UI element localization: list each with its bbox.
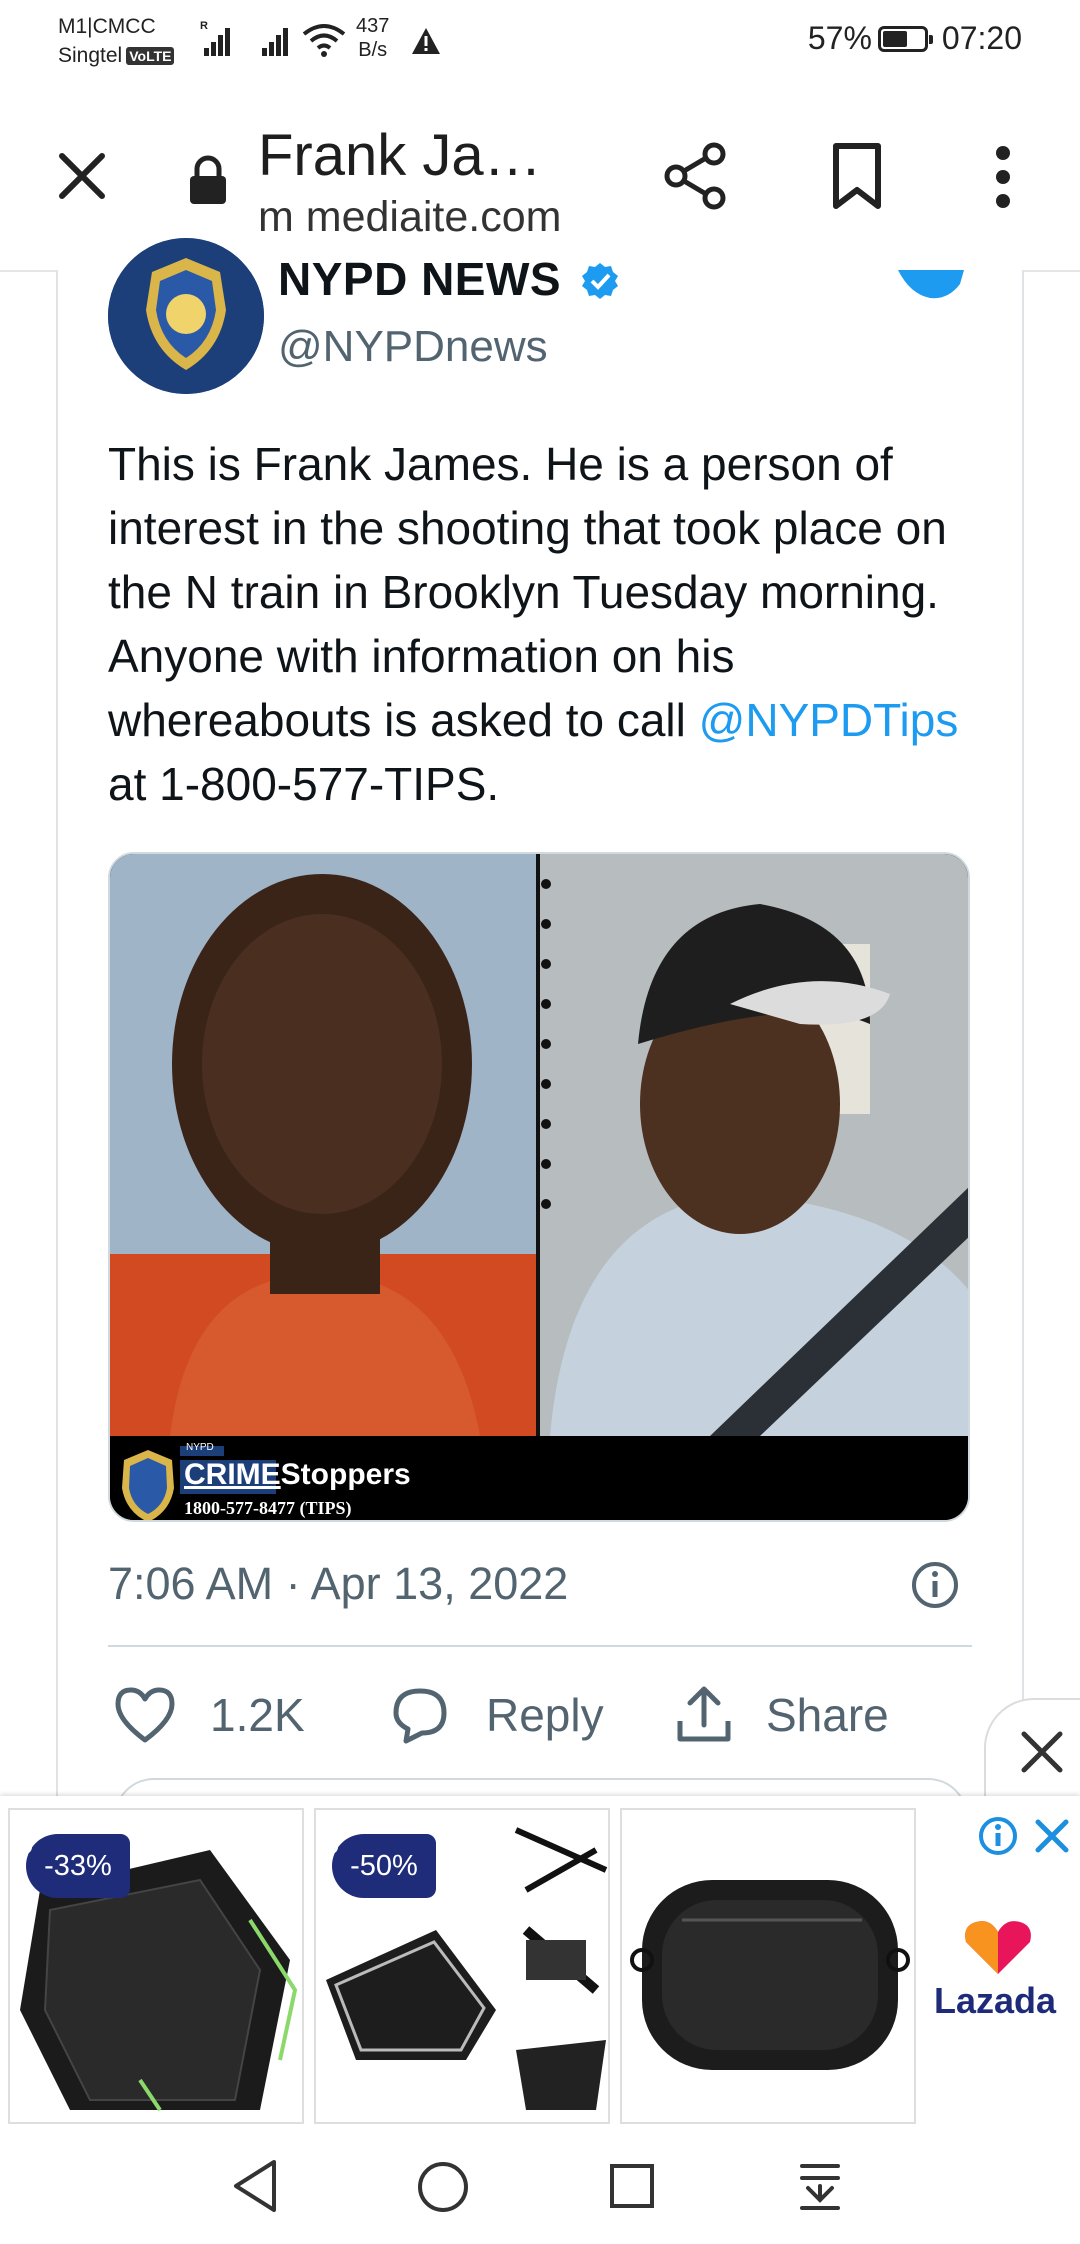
page-title[interactable]: Frank Ja…: [258, 122, 542, 189]
signal-icon-2: [262, 26, 292, 56]
avatar[interactable]: [108, 238, 264, 394]
carrier-line-2: Singtel: [58, 44, 123, 67]
share-label: Share: [766, 1689, 889, 1741]
mention-link[interactable]: @NYPDTips: [699, 694, 959, 746]
banner-stoppers: Stoppers: [280, 1458, 411, 1491]
twitter-bird-icon[interactable]: [896, 270, 964, 308]
ad-close-icon[interactable]: [1034, 1818, 1070, 1854]
author-handle[interactable]: @NYPDnews: [278, 322, 548, 372]
battery-icon: [877, 25, 933, 52]
ad-product-3[interactable]: [620, 1808, 916, 2124]
battery-percent: 57%: [807, 20, 872, 56]
notification-down-icon[interactable]: [798, 2162, 842, 2212]
author-name-text: NYPD NEWS: [278, 253, 562, 305]
share-icon[interactable]: [662, 140, 730, 212]
more-icon[interactable]: [988, 144, 1018, 210]
close-icon[interactable]: [56, 150, 108, 202]
reply-label: Reply: [486, 1689, 604, 1741]
reply-icon: [393, 1688, 447, 1744]
like-button[interactable]: 1.2K: [114, 1680, 305, 1750]
heart-icon: [115, 1687, 175, 1743]
close-icon: [1021, 1731, 1063, 1773]
lazada-heart-logo: [965, 1921, 1031, 1974]
tweet-divider: [108, 1645, 972, 1647]
lock-icon[interactable]: [186, 154, 230, 206]
carrier-line-1: M1|CMCC: [58, 15, 156, 38]
ad-info-icon[interactable]: [978, 1816, 1018, 1856]
status-right: 57% 07:20: [808, 20, 1022, 57]
tweet-text: This is Frank James. He is a person of i…: [108, 432, 988, 816]
reply-button[interactable]: Reply: [390, 1680, 604, 1750]
carrier-info: M1|CMCC Singtel VoLTE: [58, 12, 175, 70]
ad-banner[interactable]: -33% -50% Lazada: [0, 1796, 1080, 2134]
banner-phone: 1800-577-8477 (TIPS): [184, 1498, 352, 1518]
suspect-photos: [110, 854, 968, 1520]
network-speed: 437 B/s: [356, 14, 389, 62]
volte-badge: VoLTE: [126, 47, 175, 66]
warning-icon: [412, 28, 440, 54]
tweet-media-image[interactable]: NYPD CRIMEStoppers 1800-577-8477 (TIPS): [108, 852, 970, 1522]
recents-icon[interactable]: [608, 2162, 656, 2210]
tweet-text-tail: at 1-800-577-TIPS.: [108, 758, 500, 810]
verified-icon: [582, 263, 619, 299]
back-icon[interactable]: [232, 2158, 278, 2214]
like-count: 1.2K: [210, 1689, 305, 1741]
handlebar-bag-image: [630, 1880, 910, 2070]
banner-small-label: NYPD: [186, 1442, 214, 1453]
clock: 07:20: [941, 20, 1022, 56]
system-navigation-bar: [0, 2134, 1080, 2244]
speed-unit: B/s: [358, 39, 388, 61]
ad-product-1[interactable]: -33%: [8, 1808, 304, 2124]
author-name[interactable]: NYPD NEWS: [278, 252, 620, 306]
status-bar: M1|CMCC Singtel VoLTE R 437 B/s 57% 07:20: [0, 0, 1080, 80]
share-upload-icon: [677, 1686, 731, 1742]
home-icon[interactable]: [416, 2160, 470, 2214]
lazada-logo-text: Lazada: [934, 1980, 1057, 2021]
nypd-badge-icon: [108, 238, 264, 394]
bookmark-icon[interactable]: [830, 142, 884, 210]
crimestoppers-logo: CRIMEStoppers: [184, 1458, 411, 1492]
tweet-timestamp[interactable]: 7:06 AM · Apr 13, 2022: [108, 1558, 568, 1610]
info-icon[interactable]: [910, 1560, 960, 1610]
signal-icon-1: [204, 26, 234, 56]
ad-product-2[interactable]: -50%: [314, 1808, 610, 2124]
discount-tag-2: -50%: [324, 1834, 436, 1898]
page-url[interactable]: m mediaite.com: [258, 193, 561, 242]
discount-tag-1: -33%: [18, 1834, 130, 1898]
share-button[interactable]: Share: [674, 1680, 889, 1750]
banner-crime: CRIME: [184, 1458, 281, 1491]
ad-close-tab[interactable]: [984, 1698, 1080, 1798]
speed-value: 437: [356, 15, 390, 37]
wifi-icon: [302, 24, 346, 57]
